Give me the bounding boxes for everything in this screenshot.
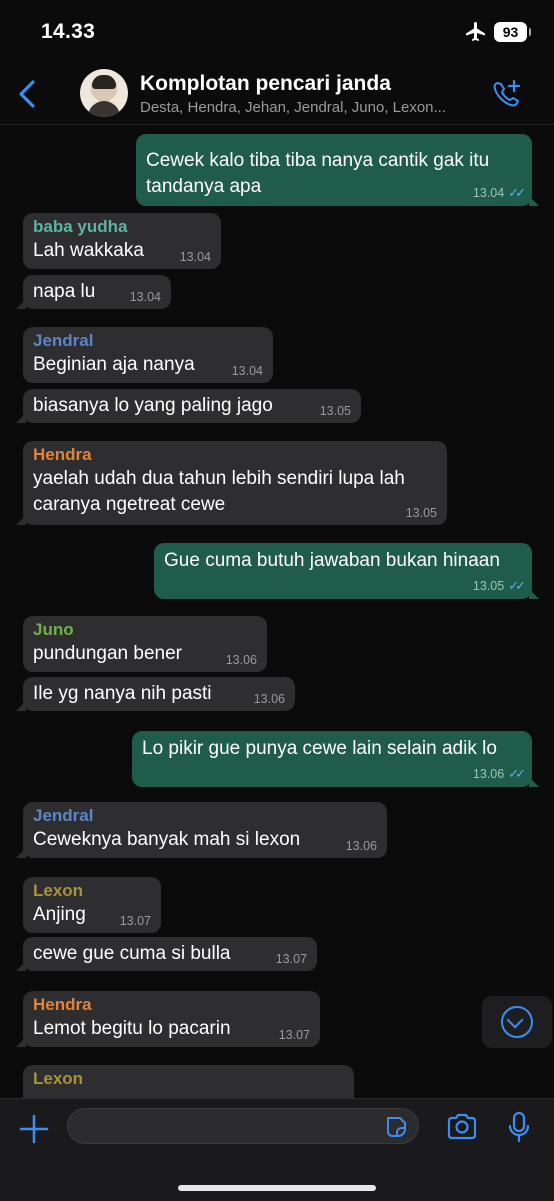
- avatar-hair: [92, 75, 116, 89]
- message-time: 13.04: [231, 364, 263, 378]
- message-meta: 13.05 ✓✓: [472, 578, 526, 594]
- message-bubble-incoming[interactable]: napa lu 13.04: [16, 275, 171, 309]
- sender-name: Lexon: [33, 881, 84, 900]
- message-time: 13.05: [319, 404, 351, 418]
- sticker-icon[interactable]: [384, 1115, 408, 1139]
- sender-name: Jendral: [33, 331, 94, 350]
- read-ticks-icon: ✓✓: [508, 766, 526, 781]
- message-time: 13.05: [405, 506, 437, 520]
- composer-bar: [0, 1098, 554, 1201]
- message-text: Gue cuma butuh jawaban bukan hinaan: [164, 550, 500, 571]
- sender-name: Hendra: [33, 995, 92, 1014]
- message-time: 13.07: [119, 914, 151, 928]
- sender-name: baba yudha: [33, 217, 128, 236]
- add-call-icon[interactable]: [490, 78, 524, 112]
- bubble-tail: [16, 848, 26, 858]
- message-bubble-incoming[interactable]: biasanya lo yang paling jago 13.05: [16, 389, 361, 423]
- sender-name: Lexon: [33, 1069, 84, 1088]
- back-chevron-icon[interactable]: [14, 78, 40, 110]
- scroll-to-bottom-button[interactable]: [482, 996, 552, 1048]
- message-bubble-incoming[interactable]: Lexon: [23, 1065, 354, 1100]
- bubble-tail: [529, 589, 539, 599]
- plus-icon[interactable]: [18, 1113, 50, 1145]
- message-time: 13.04: [472, 186, 505, 200]
- message-bubble-outgoing[interactable]: Lo pikir gue punya cewe lain selain adik…: [132, 731, 539, 787]
- status-time: 14.33: [41, 20, 96, 43]
- message-bubble-incoming[interactable]: Jendral Ceweknya banyak mah si lexon 13.…: [16, 802, 387, 858]
- message-bubble-incoming[interactable]: cewe gue cuma si bulla 13.07: [16, 937, 317, 971]
- read-ticks-icon: ✓✓: [508, 185, 526, 200]
- message-bubble-incoming[interactable]: Lexon Anjing 13.07: [23, 877, 161, 933]
- message-text: pundungan bener: [33, 643, 182, 664]
- message-text: yaelah udah dua tahun lebih sendiri lupa…: [33, 468, 405, 515]
- message-time: 13.06: [225, 653, 257, 667]
- message-bubble-outgoing[interactable]: Cewek kalo tiba tiba nanya cantik gak it…: [136, 134, 539, 206]
- bubble-tail: [16, 413, 26, 423]
- sender-name: Hendra: [33, 445, 92, 464]
- message-bubble-outgoing[interactable]: Gue cuma butuh jawaban bukan hinaan 13.0…: [154, 543, 539, 599]
- message-bubble-incoming[interactable]: Jendral Beginian aja nanya 13.04: [23, 327, 273, 383]
- message-time: 13.06: [472, 767, 505, 781]
- sender-name: Juno: [33, 620, 74, 639]
- message-text: Ile yg nanya nih pasti: [33, 683, 212, 704]
- message-input[interactable]: [67, 1108, 419, 1144]
- message-bubble-incoming[interactable]: Hendra Lemot begitu lo pacarin 13.07: [16, 991, 320, 1047]
- message-meta: 13.06 ✓✓: [472, 766, 526, 782]
- bubble-tail: [529, 777, 539, 787]
- microphone-icon[interactable]: [506, 1111, 532, 1143]
- message-text: Lemot begitu lo pacarin: [33, 1018, 231, 1039]
- airplane-mode-icon: [466, 22, 485, 41]
- message-bubble-incoming[interactable]: Ile yg nanya nih pasti 13.06: [16, 677, 295, 711]
- battery-indicator: 93: [494, 22, 531, 42]
- bubble-tail: [529, 196, 539, 206]
- status-bar: 14.33 93: [0, 0, 554, 64]
- sender-name: Jendral: [33, 806, 94, 825]
- group-members[interactable]: Desta, Hendra, Jehan, Jendral, Juno, Lex…: [140, 99, 480, 116]
- message-time: 13.04: [179, 250, 211, 264]
- message-time: 13.07: [278, 1028, 310, 1042]
- bubble-tail: [16, 701, 26, 711]
- message-text: Lo pikir gue punya cewe lain selain adik…: [142, 738, 497, 759]
- message-time: 13.06: [345, 839, 377, 853]
- message-time: 13.06: [253, 692, 285, 706]
- bubble-tail: [16, 299, 26, 309]
- avatar-body: [88, 101, 120, 117]
- message-text: biasanya lo yang paling jago: [33, 395, 273, 416]
- bubble-tail: [16, 1037, 26, 1047]
- read-ticks-icon: ✓✓: [508, 578, 526, 593]
- message-text: Cewek kalo tiba tiba nanya cantik gak it…: [146, 150, 490, 197]
- message-text: cewe gue cuma si bulla: [33, 943, 231, 964]
- message-time: 13.05: [472, 579, 505, 593]
- chat-thread[interactable]: Cewek kalo tiba tiba nanya cantik gak it…: [0, 125, 554, 1100]
- group-avatar[interactable]: [80, 69, 128, 117]
- home-indicator: [178, 1185, 376, 1191]
- message-text: Ceweknya banyak mah si lexon: [33, 829, 301, 850]
- message-time: 13.04: [129, 290, 161, 304]
- bubble-tail: [16, 961, 26, 971]
- message-text: Beginian aja nanya: [33, 354, 195, 375]
- message-bubble-incoming[interactable]: Hendra yaelah udah dua tahun lebih sendi…: [16, 441, 447, 525]
- chat-header: Komplotan pencari janda Desta, Hendra, J…: [0, 64, 554, 125]
- group-title[interactable]: Komplotan pencari janda: [140, 72, 391, 96]
- message-meta: 13.04 ✓✓: [472, 185, 526, 201]
- bubble-tail: [16, 515, 26, 525]
- camera-icon[interactable]: [446, 1112, 478, 1142]
- message-bubble-incoming[interactable]: Juno pundungan bener 13.06: [23, 616, 267, 672]
- message-bubble-incoming[interactable]: baba yudha Lah wakkaka 13.04: [23, 213, 221, 269]
- message-time: 13.07: [275, 952, 307, 966]
